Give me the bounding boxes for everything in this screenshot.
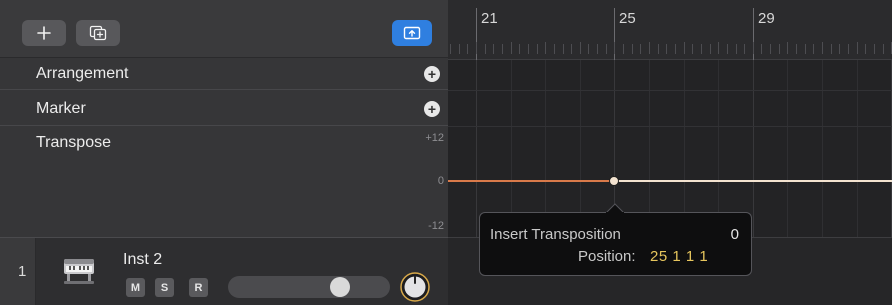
tooltip-value: 0 xyxy=(730,226,739,243)
ruler-tick xyxy=(831,44,832,54)
ruler-tick xyxy=(718,42,719,54)
ruler-tick xyxy=(502,44,503,54)
bar-number: 21 xyxy=(481,10,498,27)
insert-transposition-tooltip: Insert Transposition 0 Position: 25 1 1 … xyxy=(479,203,752,276)
volume-slider[interactable] xyxy=(228,276,390,298)
bar-ruler[interactable]: 21 25 29 xyxy=(448,0,892,60)
global-tracks-icon xyxy=(403,26,421,40)
plus-icon xyxy=(37,26,51,40)
ruler-tick xyxy=(528,44,529,54)
ruler-tick xyxy=(779,44,780,54)
ruler-tick xyxy=(563,44,564,54)
ruler-tick xyxy=(597,44,598,54)
tooltip-position-label: Position: xyxy=(578,248,636,265)
plus-circle-icon[interactable]: + xyxy=(424,66,440,82)
ruler-tick xyxy=(805,44,806,54)
record-enable-button[interactable]: R xyxy=(189,278,208,297)
duplicate-track-icon xyxy=(89,25,107,41)
ruler-tick xyxy=(736,44,737,54)
ruler-tick xyxy=(684,42,685,54)
tooltip-pointer xyxy=(606,203,624,213)
track-header[interactable]: 1 Inst 2 M S R xyxy=(0,237,448,305)
add-track-button[interactable] xyxy=(22,20,66,46)
ruler-tick xyxy=(865,44,866,54)
ruler-tick xyxy=(770,44,771,54)
track-number-column: 1 xyxy=(0,238,36,305)
ruler-tick xyxy=(710,44,711,54)
ruler-tick xyxy=(727,44,728,54)
transpose-point[interactable] xyxy=(609,176,619,186)
ruler-tick xyxy=(883,44,884,54)
global-track-label: Transpose xyxy=(36,134,111,151)
ruler-tick xyxy=(580,42,581,54)
ruler-tick xyxy=(813,44,814,54)
track-number: 1 xyxy=(18,263,27,280)
ruler-tick xyxy=(459,44,460,54)
ruler-tick xyxy=(796,44,797,54)
plus-circle-icon[interactable]: + xyxy=(424,101,440,117)
ruler-tick xyxy=(545,42,546,54)
tooltip-title: Insert Transposition xyxy=(490,226,621,243)
ruler-tick xyxy=(640,44,641,54)
ruler-tick xyxy=(701,44,702,54)
track-name[interactable]: Inst 2 xyxy=(123,251,162,269)
global-track-transpose[interactable]: Transpose +12 0 -12 xyxy=(0,126,448,237)
ruler-tick xyxy=(753,42,754,54)
bar-number: 29 xyxy=(758,10,775,27)
ruler-tick xyxy=(649,42,650,54)
ruler-tick xyxy=(822,42,823,54)
ruler-tick xyxy=(848,44,849,54)
pan-knob[interactable] xyxy=(400,272,430,302)
ruler-tick xyxy=(761,44,762,54)
ruler-tick xyxy=(614,42,615,54)
ruler-tick xyxy=(675,44,676,54)
transpose-scale-top: +12 xyxy=(425,132,444,144)
global-track-label: Marker xyxy=(36,100,86,117)
ruler-tick xyxy=(787,42,788,54)
ruler-tick xyxy=(571,44,572,54)
ruler-tick xyxy=(658,44,659,54)
ruler-tick xyxy=(450,44,451,54)
global-track-marker[interactable]: Marker + xyxy=(0,90,448,126)
global-track-arrangement[interactable]: Arrangement + xyxy=(0,58,448,90)
ruler-tick xyxy=(857,42,858,54)
tooltip-position-value: 25 1 1 1 xyxy=(650,248,709,265)
piano-icon xyxy=(64,259,94,284)
ruler-tick xyxy=(623,44,624,54)
ruler-tick xyxy=(839,44,840,54)
ruler-tick xyxy=(554,44,555,54)
track-headers-panel: Arrangement + Marker + Transpose +12 0 -… xyxy=(0,0,448,305)
solo-button[interactable]: S xyxy=(155,278,174,297)
ruler-tick xyxy=(744,44,745,54)
transpose-scale-bottom: -12 xyxy=(428,220,444,232)
ruler-tick xyxy=(485,44,486,54)
ruler-tick xyxy=(511,42,512,54)
ruler-tick xyxy=(476,42,477,54)
ruler-tick xyxy=(519,44,520,54)
ruler-tick xyxy=(632,44,633,54)
ruler-tick xyxy=(467,44,468,54)
ruler-tick xyxy=(874,44,875,54)
ruler-tick xyxy=(692,44,693,54)
bar-number: 25 xyxy=(619,10,636,27)
ruler-tick xyxy=(588,44,589,54)
ruler-tick xyxy=(666,44,667,54)
ruler-tick xyxy=(537,44,538,54)
ruler-tick xyxy=(493,44,494,54)
ruler-tick xyxy=(606,44,607,54)
mute-button[interactable]: M xyxy=(126,278,145,297)
transpose-scale-middle: 0 xyxy=(437,175,444,187)
volume-slider-knob[interactable] xyxy=(329,277,350,297)
global-track-label: Arrangement xyxy=(36,65,129,82)
global-tracks-button[interactable] xyxy=(392,20,432,46)
track-header-toolbar xyxy=(0,0,448,58)
duplicate-track-button[interactable] xyxy=(76,20,120,46)
